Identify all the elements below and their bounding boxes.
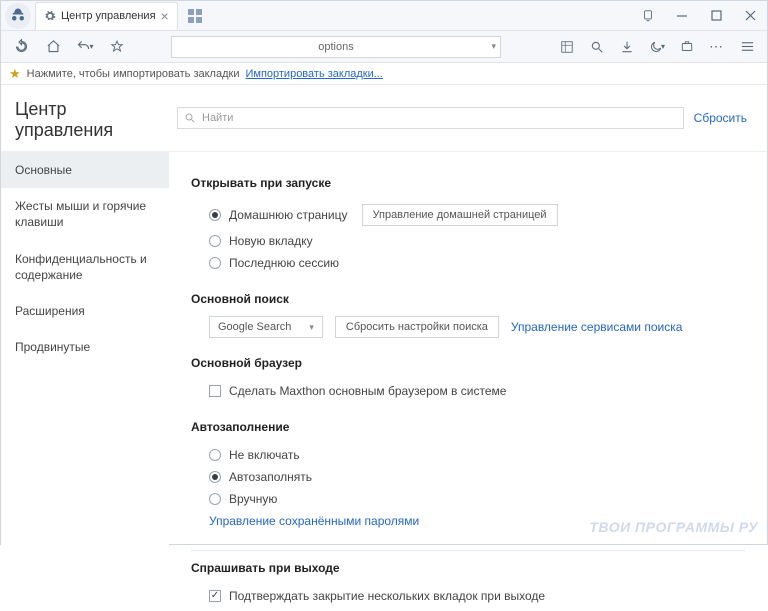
- nav-privacy[interactable]: Конфиденциальность и содержание: [1, 241, 169, 293]
- window-close-button[interactable]: [733, 1, 767, 31]
- radio-startup-lastsession[interactable]: [209, 257, 221, 269]
- new-tab-grid-button[interactable]: [188, 9, 202, 23]
- undo-button[interactable]: ▾: [71, 34, 99, 60]
- page-title: Центр управления: [1, 85, 169, 151]
- radio-startup-newtab[interactable]: [209, 235, 221, 247]
- radio-autofill-auto[interactable]: [209, 471, 221, 483]
- reload-button[interactable]: [7, 34, 35, 60]
- manage-passwords-link[interactable]: Управление сохранёнными паролями: [209, 514, 419, 528]
- radio-autofill-off[interactable]: [209, 449, 221, 461]
- incognito-icon: [9, 7, 27, 25]
- section-startup-title: Открывать при запуске: [191, 176, 745, 190]
- star-icon: ★: [9, 66, 21, 82]
- address-text: options: [318, 41, 353, 53]
- nav-extensions[interactable]: Расширения: [1, 293, 169, 329]
- radio-autofill-manual[interactable]: [209, 493, 221, 505]
- section-browser-title: Основной браузер: [191, 356, 745, 370]
- nav-gestures[interactable]: Жесты мыши и горячие клавиши: [1, 188, 169, 240]
- radio-autofill-manual-label: Вручную: [229, 492, 277, 506]
- download-button[interactable]: [613, 34, 641, 60]
- section-search-title: Основной поиск: [191, 292, 745, 306]
- divider: [191, 550, 745, 551]
- bookmark-hint: Нажмите, чтобы импортировать закладки: [27, 68, 240, 80]
- section-autofill-title: Автозаполнение: [191, 420, 745, 434]
- settings-nav: Основные Жесты мыши и горячие клавиши Ко…: [1, 152, 169, 365]
- bookmark-bar: ★ Нажмите, чтобы импортировать закладки …: [1, 63, 767, 85]
- window-minimize-button[interactable]: [665, 1, 699, 31]
- nav-general[interactable]: Основные: [1, 152, 169, 188]
- reset-link[interactable]: Сбросить: [694, 111, 753, 125]
- account-icon[interactable]: [631, 1, 665, 31]
- tab-close-button[interactable]: ×: [161, 9, 169, 23]
- active-tab[interactable]: Центр управления ×: [35, 2, 178, 30]
- extensions-button[interactable]: [673, 34, 701, 60]
- more-button[interactable]: ⋯: [703, 34, 731, 60]
- search-engine-select[interactable]: Google Search ▾: [209, 316, 323, 338]
- address-bar[interactable]: options ▾: [171, 36, 501, 58]
- radio-startup-home-label: Домашнюю страницу: [229, 208, 348, 222]
- manage-search-link[interactable]: Управление сервисами поиска: [511, 320, 683, 334]
- home-button[interactable]: [39, 34, 67, 60]
- search-placeholder: Найти: [202, 112, 233, 124]
- radio-autofill-off-label: Не включать: [229, 448, 300, 462]
- check-confirm-close[interactable]: [209, 590, 221, 602]
- menu-button[interactable]: [733, 34, 761, 60]
- check-make-default[interactable]: [209, 385, 221, 397]
- nav-advanced[interactable]: Продвинутые: [1, 329, 169, 365]
- check-make-default-label: Сделать Maxthon основным браузером в сис…: [229, 384, 506, 398]
- profile-avatar[interactable]: [5, 3, 31, 29]
- gear-icon: [44, 10, 56, 22]
- chevron-down-icon: ▾: [309, 322, 314, 333]
- radio-autofill-auto-label: Автозаполнять: [229, 470, 312, 484]
- radio-startup-home[interactable]: [209, 209, 221, 221]
- radio-startup-lastsession-label: Последнюю сессию: [229, 256, 339, 270]
- import-bookmarks-link[interactable]: Импортировать закладки...: [245, 68, 382, 80]
- settings-search-input[interactable]: Найти: [177, 107, 684, 129]
- address-dropdown-icon[interactable]: ▾: [491, 41, 496, 52]
- favorite-button[interactable]: [103, 34, 131, 60]
- radio-startup-newtab-label: Новую вкладку: [229, 234, 313, 248]
- snap-button[interactable]: [553, 34, 581, 60]
- reset-search-button[interactable]: Сбросить настройки поиска: [335, 316, 499, 338]
- search-engine-value: Google Search: [218, 321, 291, 333]
- window-maximize-button[interactable]: [699, 1, 733, 31]
- tab-title: Центр управления: [61, 10, 156, 22]
- manage-homepage-button[interactable]: Управление домашней страницей: [362, 204, 558, 226]
- search-button[interactable]: [583, 34, 611, 60]
- night-mode-button[interactable]: ▾: [643, 34, 671, 60]
- search-icon: [184, 112, 196, 124]
- check-confirm-close-label: Подтверждать закрытие нескольких вкладок…: [229, 589, 545, 603]
- section-ask-exit-title: Спрашивать при выходе: [191, 561, 745, 575]
